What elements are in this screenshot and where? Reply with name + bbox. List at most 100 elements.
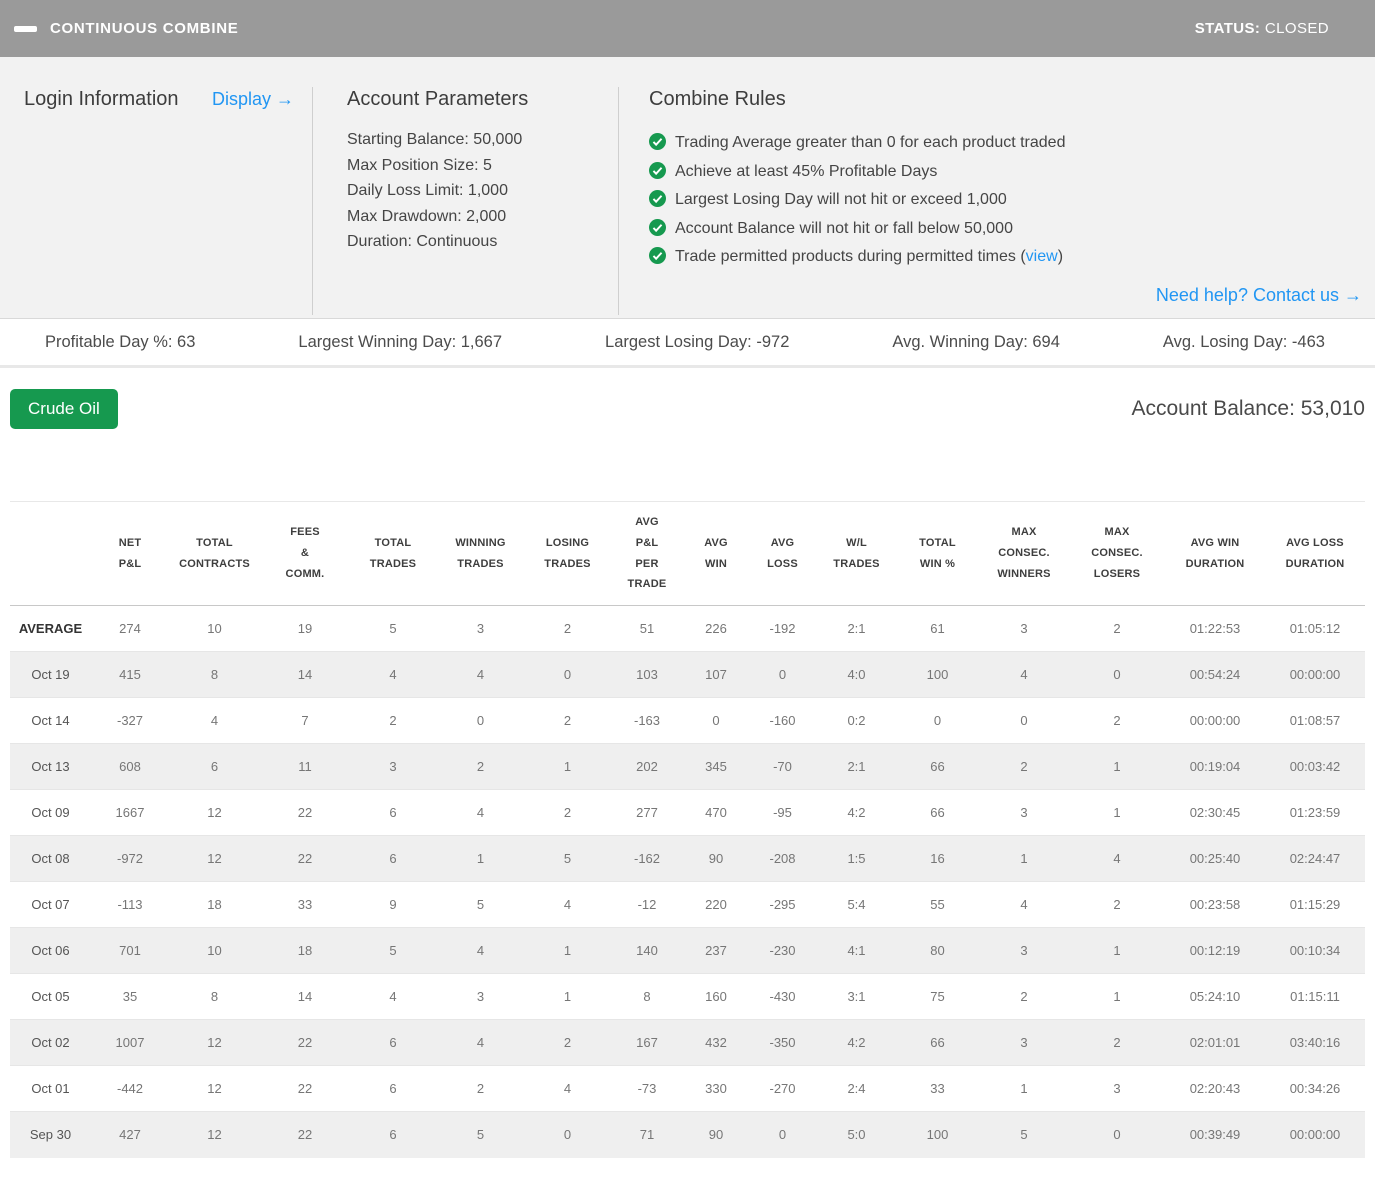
status-value: CLOSED bbox=[1265, 20, 1329, 37]
account-balance: Account Balance: 53,010 bbox=[1131, 397, 1365, 421]
account-parameter-line: Starting Balance: 50,000 bbox=[347, 127, 618, 153]
combine-rules-list: Trading Average greater than 0 for each … bbox=[649, 130, 1362, 273]
table-cell: 0 bbox=[896, 698, 979, 744]
display-link[interactable]: Display → bbox=[212, 89, 294, 110]
table-cell: 237 bbox=[684, 928, 748, 974]
table-cell: 3:1 bbox=[817, 974, 896, 1020]
column-header: MAX CONSEC. WINNERS bbox=[979, 502, 1069, 606]
table-cell: 80 bbox=[896, 928, 979, 974]
check-icon bbox=[649, 162, 666, 188]
view-link[interactable]: view bbox=[1026, 248, 1058, 265]
table-cell: -160 bbox=[748, 698, 817, 744]
table-cell: 100 bbox=[896, 1112, 979, 1158]
table-cell: -295 bbox=[748, 882, 817, 928]
table-cell: 1 bbox=[525, 974, 610, 1020]
table-cell: -350 bbox=[748, 1020, 817, 1066]
table-cell: 167 bbox=[610, 1020, 684, 1066]
combine-rule: Trading Average greater than 0 for each … bbox=[649, 130, 1362, 159]
table-cell: 4 bbox=[1069, 836, 1165, 882]
table-cell: 00:00:00 bbox=[1165, 698, 1265, 744]
rule-text: Achieve at least 45% Profitable Days bbox=[675, 163, 937, 180]
table-cell: 12 bbox=[169, 836, 260, 882]
table-cell: -162 bbox=[610, 836, 684, 882]
check-icon bbox=[649, 133, 666, 159]
table-cell: 22 bbox=[260, 836, 350, 882]
table-cell: 6 bbox=[169, 744, 260, 790]
table-cell: -442 bbox=[91, 1066, 169, 1112]
status: STATUS: CLOSED bbox=[1195, 20, 1329, 37]
table-cell: 4 bbox=[436, 652, 525, 698]
row-label: Oct 19 bbox=[10, 652, 91, 698]
table-cell: 202 bbox=[610, 744, 684, 790]
table-row: Sep 304271222650719005:01005000:39:4900:… bbox=[10, 1112, 1365, 1158]
table-cell: 5:4 bbox=[817, 882, 896, 928]
table-cell: 2:4 bbox=[817, 1066, 896, 1112]
table-cell: 01:05:12 bbox=[1265, 606, 1365, 652]
table-cell: 00:34:26 bbox=[1265, 1066, 1365, 1112]
table-cell: 608 bbox=[91, 744, 169, 790]
table-cell: 2 bbox=[1069, 882, 1165, 928]
table-cell: 1 bbox=[1069, 974, 1165, 1020]
table-row: AVERAGE274101953251226-1922:1613201:22:5… bbox=[10, 606, 1365, 652]
combine-header-left: CONTINUOUS COMBINE bbox=[14, 20, 238, 37]
table-cell: 0 bbox=[436, 698, 525, 744]
table-cell: 02:24:47 bbox=[1265, 836, 1365, 882]
stats-bar: Profitable Day %: 63Largest Winning Day:… bbox=[0, 319, 1375, 368]
column-header: TOTAL TRADES bbox=[350, 502, 436, 606]
row-label: Oct 07 bbox=[10, 882, 91, 928]
table-cell: 1007 bbox=[91, 1020, 169, 1066]
table-cell: 10 bbox=[169, 928, 260, 974]
table-cell: 00:03:42 bbox=[1265, 744, 1365, 790]
table-cell: 6 bbox=[350, 1020, 436, 1066]
table-cell: 103 bbox=[610, 652, 684, 698]
contact-us-link[interactable]: Need help? Contact us → bbox=[1156, 285, 1362, 305]
table-cell: 427 bbox=[91, 1112, 169, 1158]
table-cell: 2 bbox=[1069, 1020, 1165, 1066]
row-label: Oct 02 bbox=[10, 1020, 91, 1066]
combine-rule: Achieve at least 45% Profitable Days bbox=[649, 159, 1362, 188]
table-cell: 6 bbox=[350, 1112, 436, 1158]
table-cell: -327 bbox=[91, 698, 169, 744]
table-cell: 2 bbox=[525, 1020, 610, 1066]
account-parameters-title: Account Parameters bbox=[347, 87, 618, 111]
table-cell: 0 bbox=[748, 652, 817, 698]
row-label: Oct 13 bbox=[10, 744, 91, 790]
check-icon bbox=[649, 190, 666, 216]
table-cell: 00:39:49 bbox=[1165, 1112, 1265, 1158]
combine-rule: Largest Losing Day will not hit or excee… bbox=[649, 187, 1362, 216]
table-cell: 2 bbox=[525, 606, 610, 652]
collapse-icon[interactable] bbox=[14, 26, 37, 32]
rule-text: Trade permitted products during permitte… bbox=[675, 248, 1026, 265]
balance-row: Crude Oil Account Balance: 53,010 bbox=[10, 389, 1365, 429]
table-row: Oct 067011018541140237-2304:1803100:12:1… bbox=[10, 928, 1365, 974]
product-tab-crude-oil[interactable]: Crude Oil bbox=[10, 389, 118, 429]
table-cell: 66 bbox=[896, 744, 979, 790]
table-cell: 22 bbox=[260, 790, 350, 836]
table-cell: 4 bbox=[169, 698, 260, 744]
table-cell: 0:2 bbox=[817, 698, 896, 744]
table-cell: 01:08:57 bbox=[1265, 698, 1365, 744]
login-information-section: Login Information Display → bbox=[24, 87, 312, 318]
combine-header: CONTINUOUS COMBINE STATUS: CLOSED bbox=[0, 0, 1375, 57]
account-parameters-list: Starting Balance: 50,000Max Position Siz… bbox=[347, 127, 618, 255]
table-cell: 12 bbox=[169, 790, 260, 836]
table-cell: 11 bbox=[260, 744, 350, 790]
table-row: Oct 01-4421222624-73330-2702:4331302:20:… bbox=[10, 1066, 1365, 1112]
table-cell: 66 bbox=[896, 1020, 979, 1066]
column-header: AVG LOSS bbox=[748, 502, 817, 606]
table-row: Oct 13608611321202345-702:1662100:19:040… bbox=[10, 744, 1365, 790]
table-cell: 90 bbox=[684, 1112, 748, 1158]
row-label: Sep 30 bbox=[10, 1112, 91, 1158]
table-cell: 22 bbox=[260, 1020, 350, 1066]
table-cell: 4 bbox=[436, 790, 525, 836]
table-cell: 90 bbox=[684, 836, 748, 882]
table-cell: 4 bbox=[979, 882, 1069, 928]
table-cell: 02:01:01 bbox=[1165, 1020, 1265, 1066]
daily-stats-table: NET P&LTOTAL CONTRACTSFEES & COMM.TOTAL … bbox=[10, 501, 1365, 1158]
table-cell: 61 bbox=[896, 606, 979, 652]
row-label: Oct 09 bbox=[10, 790, 91, 836]
table-cell: 5 bbox=[350, 928, 436, 974]
table-cell: 107 bbox=[684, 652, 748, 698]
stat-item: Avg. Winning Day: 694 bbox=[892, 333, 1060, 352]
column-header: NET P&L bbox=[91, 502, 169, 606]
